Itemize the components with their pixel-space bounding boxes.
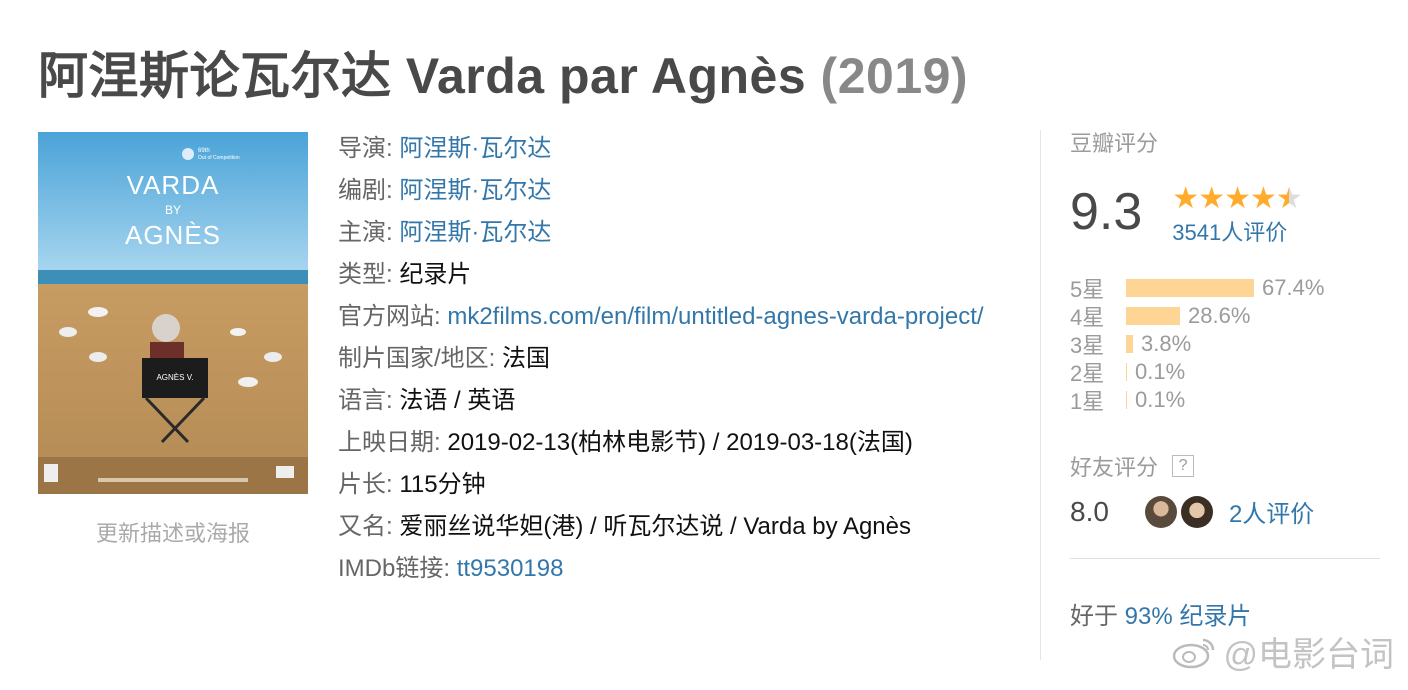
info-cast: 主演: 阿涅斯·瓦尔达 (338, 219, 552, 246)
star-half-icon: ★ (1275, 182, 1303, 215)
rating-heading: 豆瓣评分 (1070, 131, 1159, 156)
avatar[interactable] (1180, 495, 1213, 528)
info-country: 制片国家/地区: 法国 (338, 345, 551, 372)
title-year: (2019) (820, 48, 969, 104)
watermark-text: @电影台词 (1223, 636, 1394, 674)
movie-poster[interactable]: 69th Out of Competition VARDA BY AGNÈS A… (38, 132, 308, 494)
rating-separator (1070, 558, 1380, 559)
dist-bar (1126, 391, 1127, 409)
dist-row-2: 2星 0.1% (1070, 359, 1186, 386)
dist-row-4: 4星 28.6% (1070, 303, 1251, 330)
rating-distribution: 5星 67.4% 4星 28.6% 3星 3.8% 2星 0.1% 1星 0.1… (1070, 274, 1382, 414)
better-than-link[interactable]: 93% 纪录片 (1125, 603, 1252, 630)
rating-score: 9.3 (1070, 183, 1143, 241)
help-icon[interactable]: ? (1172, 455, 1195, 477)
poster-chair-text: AGNÈS V. (156, 373, 193, 382)
page-title: 阿涅斯论瓦尔达 Varda par Agnès (2019) (38, 36, 968, 108)
dist-bar (1126, 279, 1254, 297)
votes-link[interactable]: 3541人评价 (1172, 218, 1301, 248)
poster-festival-2: Out of Competition (198, 155, 240, 161)
imdb-link[interactable]: tt9530198 (457, 555, 564, 582)
rating-panel: 豆瓣评分 9.3 ★★★★★ 3541人评价 5星 67.4% 4星 28.6%… (1070, 126, 1382, 630)
update-poster-link[interactable]: 更新描述或海报 (38, 516, 308, 548)
friend-votes-link[interactable]: 2人评价 (1229, 494, 1314, 529)
poster-headline-2: BY (165, 203, 181, 217)
weibo-logo-icon (1173, 638, 1215, 668)
info-imdb: IMDb链接: tt9530198 (338, 555, 564, 582)
dist-bar (1126, 307, 1180, 325)
section-divider (1040, 130, 1041, 660)
info-runtime: 片长: 115分钟 (338, 471, 486, 498)
movie-info: 导演: 阿涅斯·瓦尔达 编剧: 阿涅斯·瓦尔达 主演: 阿涅斯·瓦尔达 类型: … (338, 128, 1008, 590)
dist-bar (1126, 363, 1127, 381)
genre-value: 纪录片 (399, 261, 472, 288)
director-link[interactable]: 阿涅斯·瓦尔达 (399, 135, 551, 162)
poster-headline-3: AGNÈS (125, 220, 221, 250)
friend-rating-heading: 好友评分 ? (1070, 450, 1195, 482)
info-language: 语言: 法语 / 英语 (338, 387, 516, 414)
title-main: 阿涅斯论瓦尔达 Varda par Agnès (38, 48, 807, 104)
info-release: 上映日期: 2019-02-13(柏林电影节) / 2019-03-18(法国) (338, 429, 913, 456)
star-full-icon: ★★★★ (1172, 182, 1277, 215)
avatar[interactable] (1144, 495, 1177, 528)
language-value: 法语 / 英语 (399, 387, 516, 414)
dist-row-3: 3星 3.8% (1070, 331, 1192, 358)
country-value: 法国 (502, 345, 551, 372)
better-than: 好于 93% 纪录片 (1070, 603, 1252, 630)
info-director: 导演: 阿涅斯·瓦尔达 (338, 135, 552, 162)
watermark: @电影台词 (1171, 627, 1394, 676)
info-writer: 编剧: 阿涅斯·瓦尔达 (338, 177, 552, 204)
dist-row-5: 5星 67.4% (1070, 275, 1325, 302)
poster-festival-1: 69th (198, 148, 210, 154)
friend-rating-row: 8.0 2人评价 (1070, 494, 1314, 529)
info-aka: 又名: 爱丽丝说华妲(港) / 听瓦尔达说 / Varda by Agnès (338, 513, 912, 540)
aka-value: 爱丽丝说华妲(港) / 听瓦尔达说 / Varda by Agnès (399, 513, 912, 540)
score-row: 9.3 ★★★★★ 3541人评价 (1070, 182, 1303, 248)
poster-headline-1: VARDA (127, 170, 220, 200)
dist-row-1: 1星 0.1% (1070, 387, 1186, 414)
info-genre: 类型: 纪录片 (338, 261, 472, 288)
release-value: 2019-02-13(柏林电影节) / 2019-03-18(法国) (447, 429, 913, 456)
rating-stars: ★★★★★ (1172, 182, 1303, 216)
website-link[interactable]: mk2films.com/en/film/untitled-agnes-vard… (447, 303, 983, 330)
dist-bar (1126, 335, 1133, 353)
writer-link[interactable]: 阿涅斯·瓦尔达 (399, 177, 551, 204)
cast-link[interactable]: 阿涅斯·瓦尔达 (399, 219, 551, 246)
runtime-value: 115分钟 (399, 471, 486, 498)
friend-score: 8.0 (1070, 495, 1109, 527)
info-website: 官方网站: mk2films.com/en/film/untitled-agne… (338, 303, 984, 330)
poster-image: 69th Out of Competition VARDA BY AGNÈS A… (38, 132, 308, 494)
